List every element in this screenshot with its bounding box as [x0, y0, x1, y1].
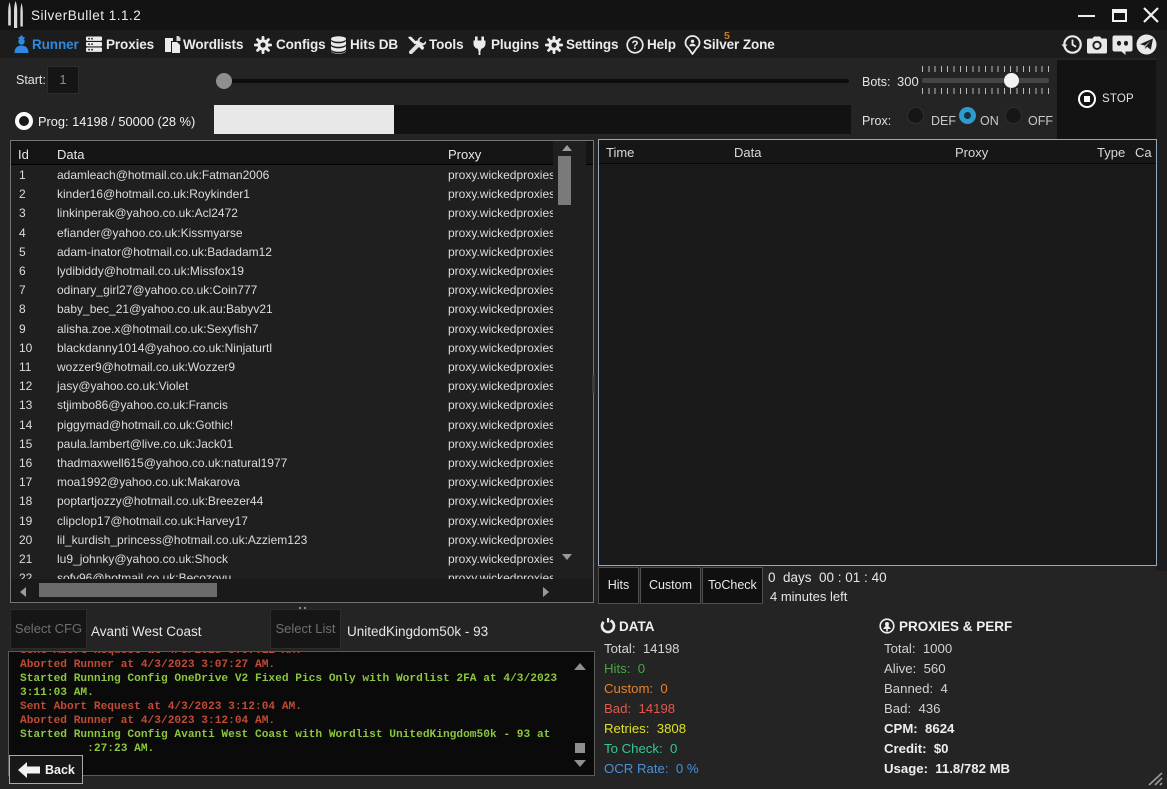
svg-text:?: ? [631, 40, 638, 52]
